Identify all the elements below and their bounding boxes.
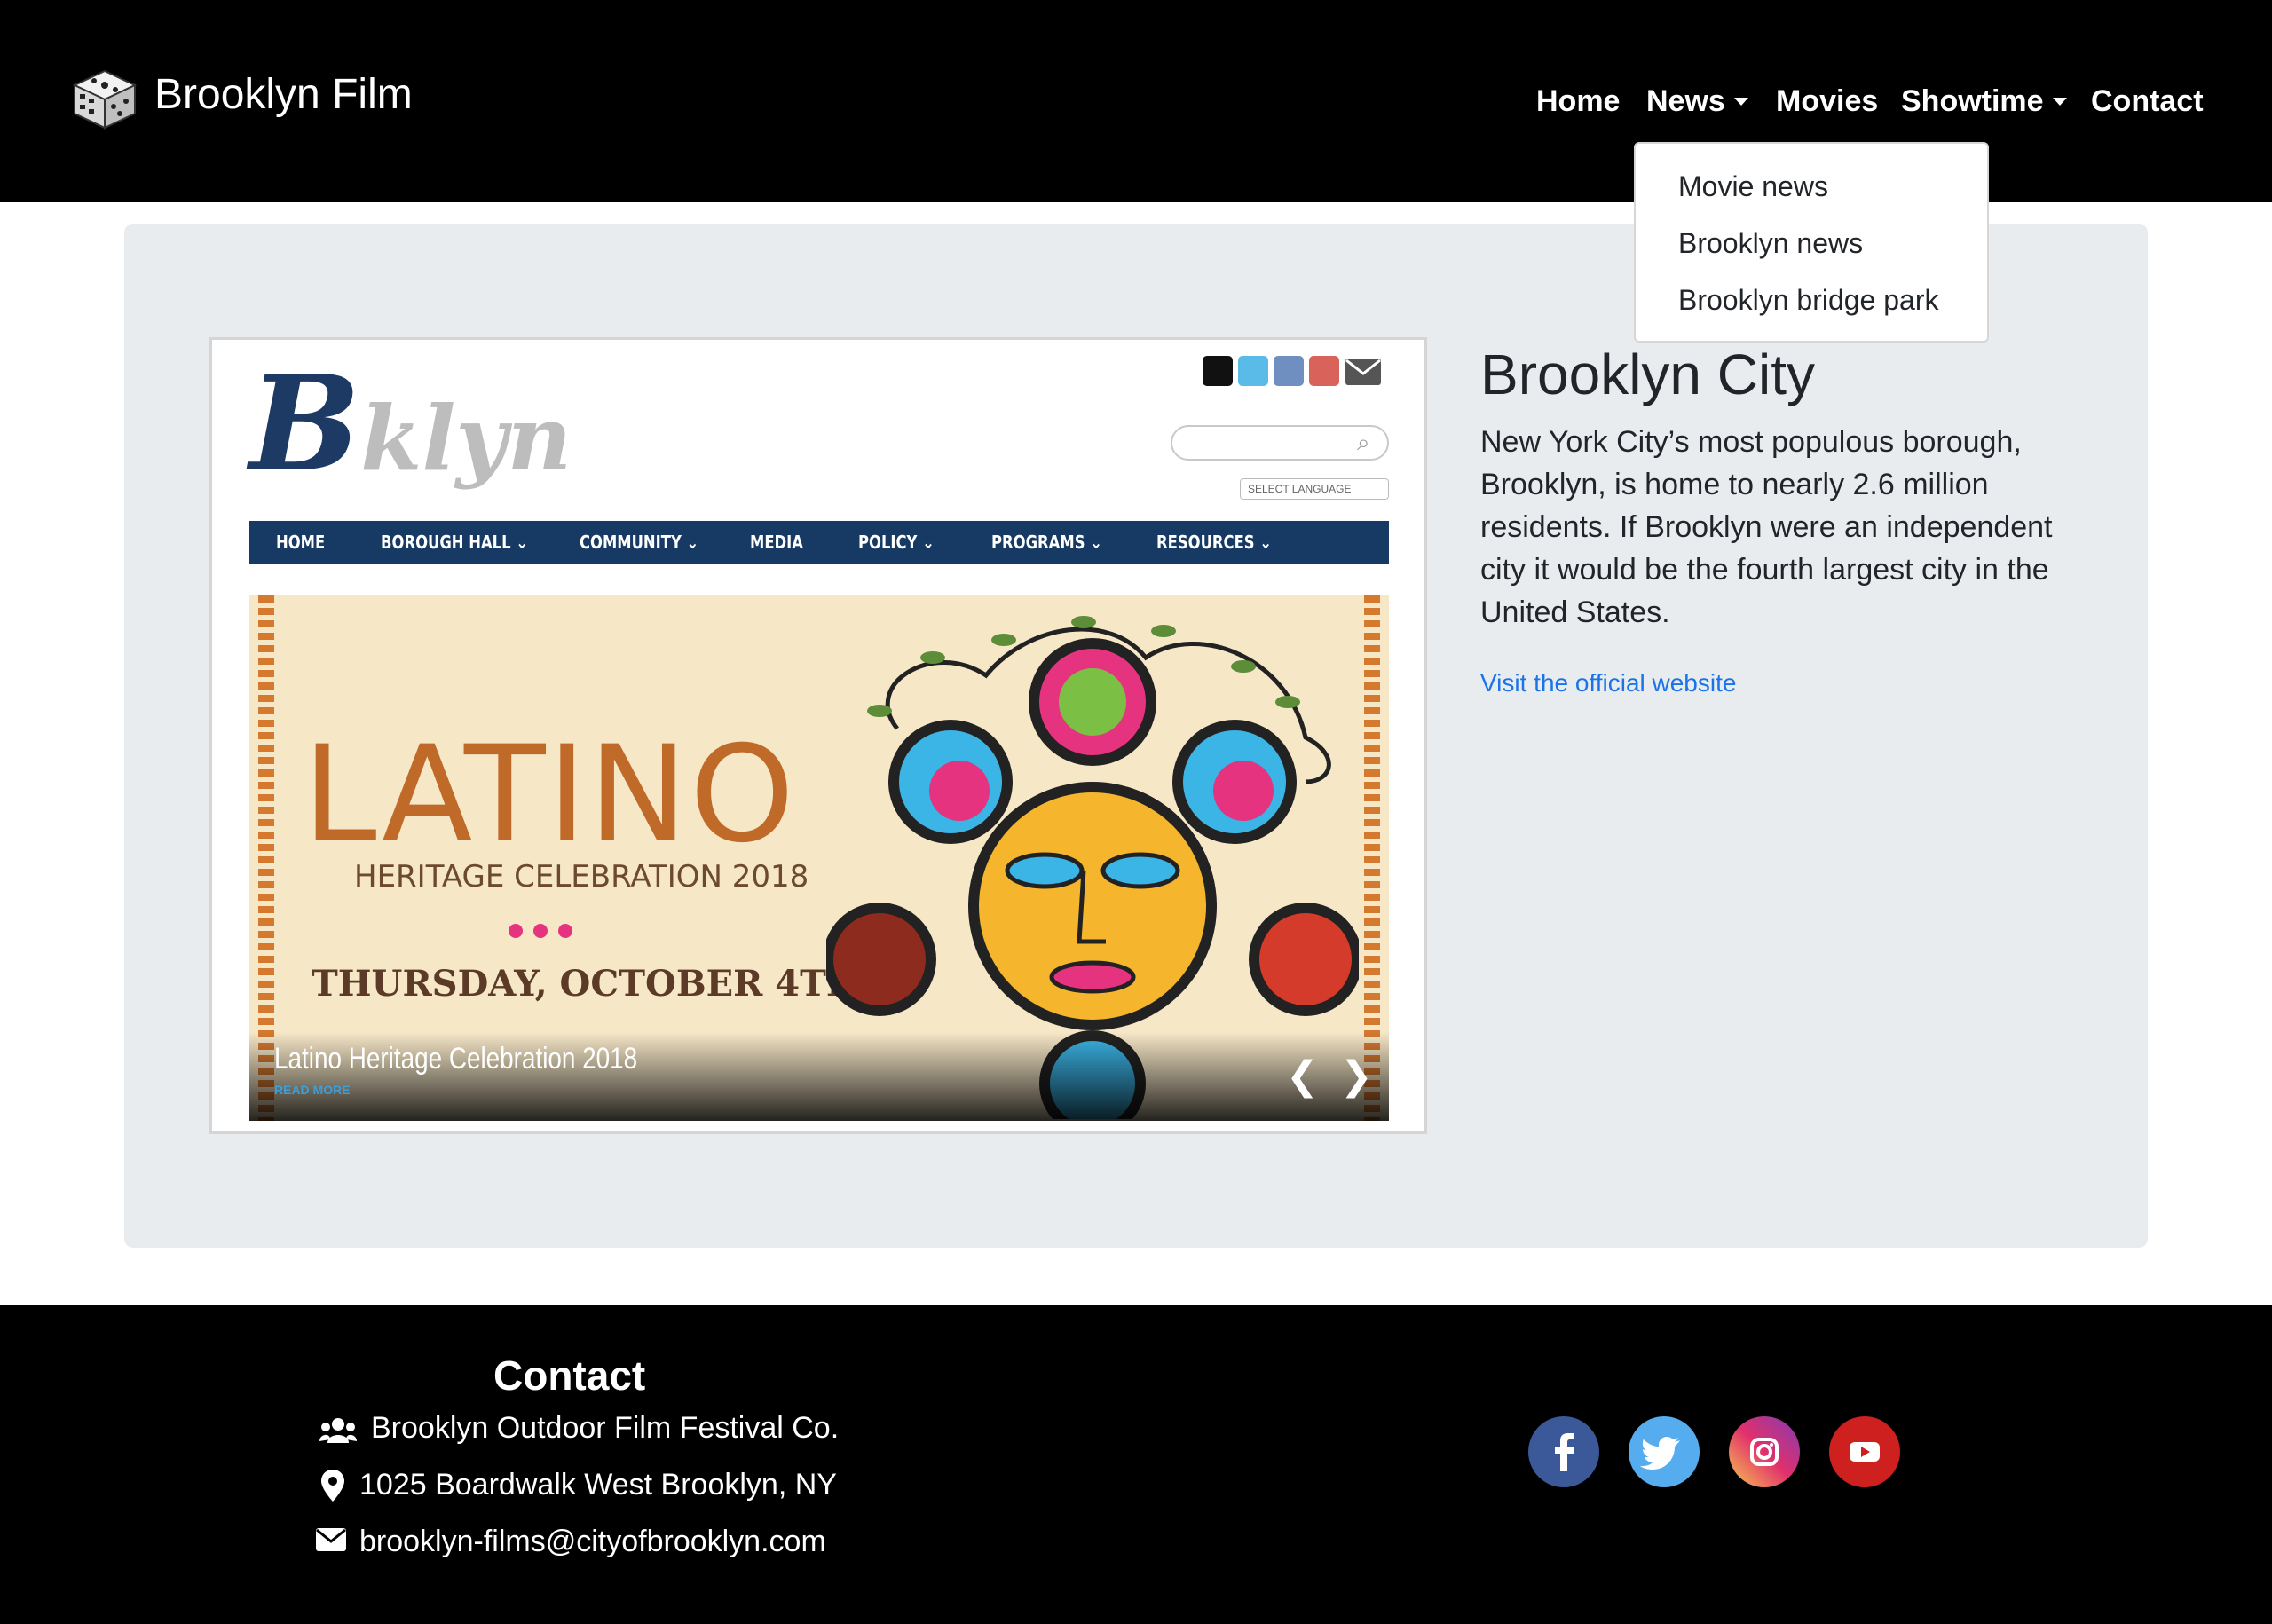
instagram-button[interactable] bbox=[1729, 1416, 1800, 1487]
footer-company: Brooklyn Outdoor Film Festival Co. bbox=[371, 1411, 840, 1445]
instagram-icon bbox=[1750, 1438, 1779, 1466]
facebook-icon bbox=[1274, 356, 1304, 386]
nav-home[interactable]: Home bbox=[1536, 82, 1620, 121]
users-icon bbox=[320, 1418, 357, 1443]
bklyn-logo-rest: klyn bbox=[360, 386, 572, 491]
feature-description: New York City’s most populous borough, B… bbox=[1480, 425, 2053, 629]
nav-showtime-label[interactable]: Showtime bbox=[1901, 84, 2044, 118]
bklyn-website-screenshot: Bklyn ⌕ SELECT LANGUAGE HOME BOROUGH HAL… bbox=[209, 337, 1427, 1134]
twitter-button[interactable] bbox=[1629, 1416, 1700, 1487]
language-select: SELECT LANGUAGE bbox=[1240, 478, 1389, 500]
search-icon: ⌕ bbox=[1357, 429, 1370, 455]
instagram-icon bbox=[1203, 356, 1233, 386]
bklyn-nav-bar: HOME BOROUGH HALL ⌄ COMMUNITY ⌄ MEDIA PO… bbox=[249, 521, 1389, 564]
youtube-icon bbox=[1850, 1442, 1880, 1462]
footer: Contact Brooklyn Outdoor Film Festival C… bbox=[0, 1305, 2272, 1624]
bklyn-logo-b: B bbox=[249, 346, 361, 501]
nav-home-label[interactable]: Home bbox=[1536, 84, 1620, 118]
news-dropdown-menu: Movie news Brooklyn news Brooklyn bridge… bbox=[1634, 142, 1989, 343]
nav-movies-label[interactable]: Movies bbox=[1776, 84, 1878, 118]
nav-contact[interactable]: Contact bbox=[2091, 82, 2204, 121]
bklyn-nav-resources: RESOURCES ⌄ bbox=[1156, 532, 1273, 553]
twitter-icon bbox=[1238, 356, 1268, 386]
feature-title: Brooklyn City bbox=[1480, 343, 1815, 406]
bklyn-nav-community: COMMUNITY ⌄ bbox=[580, 532, 699, 553]
banner-caption-title: Latino Heritage Celebration 2018 bbox=[274, 1042, 638, 1076]
dropdown-item-brooklyn-news[interactable]: Brooklyn news bbox=[1678, 225, 1863, 261]
film-dice-icon[interactable] bbox=[69, 67, 140, 131]
banner-dots bbox=[509, 924, 583, 942]
nav-news[interactable]: News bbox=[1646, 82, 1748, 121]
bklyn-nav-borough-hall: BOROUGH HALL ⌄ bbox=[381, 532, 528, 553]
bklyn-nav-policy: POLICY ⌄ bbox=[858, 532, 935, 553]
footer-title: Contact bbox=[493, 1352, 646, 1399]
youtube-button[interactable] bbox=[1829, 1416, 1900, 1487]
dropdown-item-brooklyn-bridge-park[interactable]: Brooklyn bridge park bbox=[1678, 282, 1938, 318]
youtube-icon bbox=[1309, 356, 1339, 386]
chevron-down-icon[interactable] bbox=[2052, 98, 2067, 106]
latino-heritage-banner: LATINO HERITAGE CELEBRATION 2018 THURSDA… bbox=[249, 595, 1389, 1121]
chevron-left-icon: ❮ bbox=[1286, 1054, 1319, 1098]
twitter-icon bbox=[1640, 1437, 1680, 1470]
footer-address: 1025 Boardwalk West Brooklyn, NY bbox=[359, 1468, 837, 1502]
chevron-right-icon: ❯ bbox=[1339, 1054, 1373, 1098]
envelope-icon bbox=[316, 1528, 346, 1551]
bklyn-nav-programs: PROGRAMS ⌄ bbox=[991, 532, 1102, 553]
bklyn-nav-home: HOME bbox=[276, 532, 326, 553]
banner-arrows: ❮ ❯ bbox=[1286, 1057, 1389, 1096]
nav-contact-label[interactable]: Contact bbox=[2091, 84, 2204, 118]
official-website-link[interactable]: Visit the official website bbox=[1480, 667, 1736, 699]
banner-date: THURSDAY, OCTOBER 4TH bbox=[312, 963, 860, 1005]
footer-email[interactable]: brooklyn-films@cityofbrooklyn.com bbox=[359, 1523, 826, 1560]
nav-movies[interactable]: Movies bbox=[1776, 82, 1878, 121]
chevron-down-icon[interactable] bbox=[1733, 98, 1748, 106]
map-marker-icon bbox=[321, 1470, 344, 1502]
nav-showtime[interactable]: Showtime bbox=[1901, 82, 2067, 121]
brand-name[interactable]: Brooklyn Film bbox=[154, 69, 413, 121]
banner-headline: LATINO bbox=[303, 718, 797, 872]
dropdown-item-movie-news[interactable]: Movie news bbox=[1678, 169, 1828, 204]
banner-subhead: HERITAGE CELEBRATION 2018 bbox=[354, 859, 809, 895]
nav-news-label[interactable]: News bbox=[1646, 84, 1725, 118]
banner-read-more: READ MORE bbox=[274, 1083, 351, 1097]
bklyn-logo: Bklyn bbox=[249, 358, 572, 489]
facebook-icon bbox=[1555, 1433, 1574, 1471]
facebook-button[interactable] bbox=[1528, 1416, 1599, 1487]
mail-icon bbox=[1345, 359, 1381, 385]
bklyn-nav-media: MEDIA bbox=[750, 532, 803, 553]
